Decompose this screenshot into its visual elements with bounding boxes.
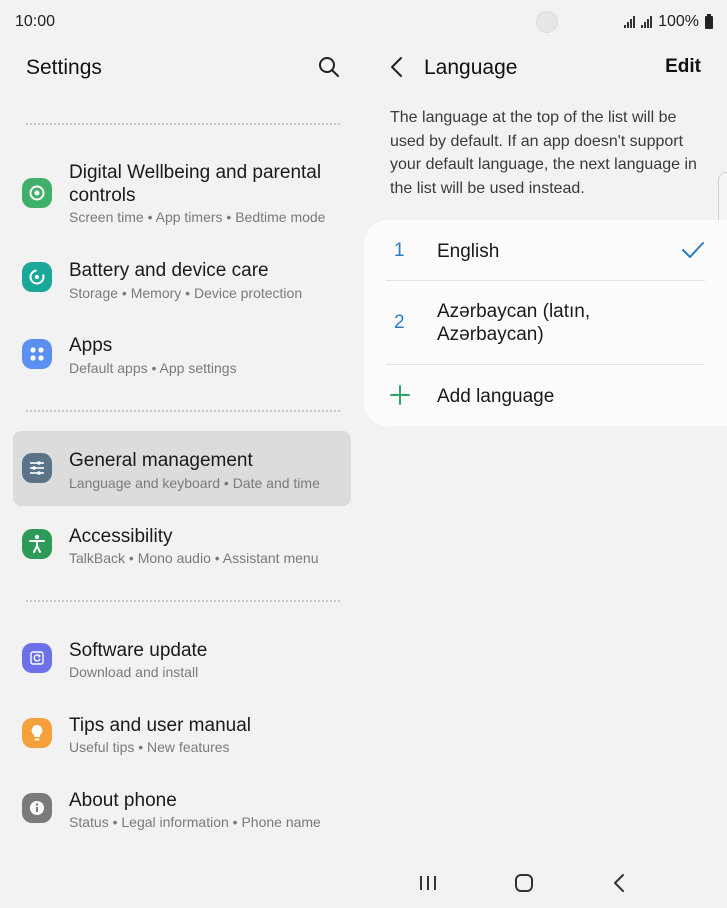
- search-button[interactable]: [316, 54, 342, 80]
- settings-item-tips[interactable]: Tips and user manual Useful tips • New f…: [13, 705, 351, 765]
- item-subtitle: TalkBack • Mono audio • Assistant menu: [69, 550, 319, 566]
- add-language-label: Add language: [437, 386, 555, 407]
- item-subtitle: Status • Legal information • Phone name: [69, 814, 321, 830]
- edit-button[interactable]: Edit: [665, 56, 701, 78]
- status-bar: 10:00 100%: [0, 0, 727, 44]
- item-title: About phone: [69, 790, 177, 811]
- accessibility-icon: [22, 529, 52, 559]
- settings-pane: Settings Digital Wellbeing and parental …: [0, 44, 364, 864]
- settings-item-software-update[interactable]: Software update Download and install: [13, 630, 351, 690]
- language-item[interactable]: 2 Azərbaycan (latın, Azərbaycan): [364, 281, 727, 364]
- item-title: Software update: [69, 640, 208, 661]
- item-subtitle: Download and install: [69, 664, 199, 680]
- status-time: 10:00: [15, 13, 56, 30]
- section-divider: [26, 123, 340, 125]
- item-title: Battery and device care: [69, 260, 269, 281]
- add-language-button[interactable]: Add language: [364, 365, 727, 425]
- item-title: Accessibility: [69, 526, 173, 547]
- item-subtitle: Default apps • App settings: [69, 360, 237, 376]
- status-indicators: 100%: [624, 13, 713, 31]
- language-list: 1 English 2 Azərbaycan (latın, Azərbayca…: [364, 220, 727, 426]
- back-nav-button[interactable]: [606, 870, 634, 896]
- item-subtitle: Useful tips • New features: [69, 739, 230, 755]
- home-icon: [515, 874, 533, 892]
- search-icon: [319, 57, 339, 77]
- page-title: Language: [424, 56, 518, 79]
- plus-icon: [390, 385, 410, 405]
- battery-percent: 100%: [658, 13, 699, 30]
- language-pane: Language Edit The language at the top of…: [364, 44, 727, 864]
- settings-item-apps[interactable]: Apps Default apps • App settings: [13, 325, 351, 385]
- recent-apps-button[interactable]: [414, 870, 442, 896]
- settings-item-accessibility[interactable]: Accessibility TalkBack • Mono audio • As…: [13, 516, 351, 576]
- battery-icon: [705, 13, 713, 29]
- settings-item-general-management[interactable]: General management Language and keyboard…: [13, 431, 351, 506]
- lightbulb-icon: [22, 718, 52, 748]
- language-order: 1: [394, 240, 405, 261]
- language-item[interactable]: 1 English: [364, 220, 727, 280]
- settings-item-battery[interactable]: Battery and device care Storage • Memory…: [13, 250, 351, 310]
- settings-item-about-phone[interactable]: About phone Status • Legal information •…: [13, 780, 351, 840]
- back-icon: [614, 874, 624, 892]
- settings-title: Settings: [26, 56, 102, 79]
- item-subtitle: Storage • Memory • Device protection: [69, 285, 303, 301]
- chevron-left-icon: [391, 57, 402, 77]
- signal-icon: [641, 16, 653, 28]
- item-title: Digital Wellbeing and parental controls: [69, 162, 322, 206]
- item-subtitle: Screen time • App timers • Bedtime mode: [69, 209, 326, 225]
- language-name: Azərbaycan (latın, Azərbaycan): [437, 301, 591, 345]
- checkmark-icon: [682, 242, 704, 258]
- language-description: The language at the top of the list will…: [390, 109, 697, 197]
- recents-icon: [420, 876, 436, 890]
- software-update-icon: [22, 643, 52, 673]
- device-care-icon: [22, 262, 52, 292]
- digital-wellbeing-icon: [22, 178, 52, 208]
- language-order: 2: [394, 312, 405, 333]
- section-divider: [26, 600, 340, 602]
- sliders-icon: [22, 453, 52, 483]
- section-divider: [26, 410, 340, 412]
- settings-item-digital-wellbeing[interactable]: Digital Wellbeing and parental controls …: [13, 154, 351, 230]
- home-button[interactable]: [510, 870, 538, 896]
- item-title: Tips and user manual: [69, 715, 252, 736]
- item-title: General management: [69, 450, 253, 471]
- front-camera: [536, 11, 558, 33]
- item-title: Apps: [69, 335, 113, 356]
- navigation-bar: [0, 864, 727, 908]
- apps-icon: [22, 339, 52, 369]
- signal-icon: [624, 16, 636, 28]
- back-button[interactable]: [386, 54, 408, 80]
- item-subtitle: Language and keyboard • Date and time: [69, 475, 320, 491]
- language-name: English: [437, 241, 500, 262]
- info-icon: [22, 793, 52, 823]
